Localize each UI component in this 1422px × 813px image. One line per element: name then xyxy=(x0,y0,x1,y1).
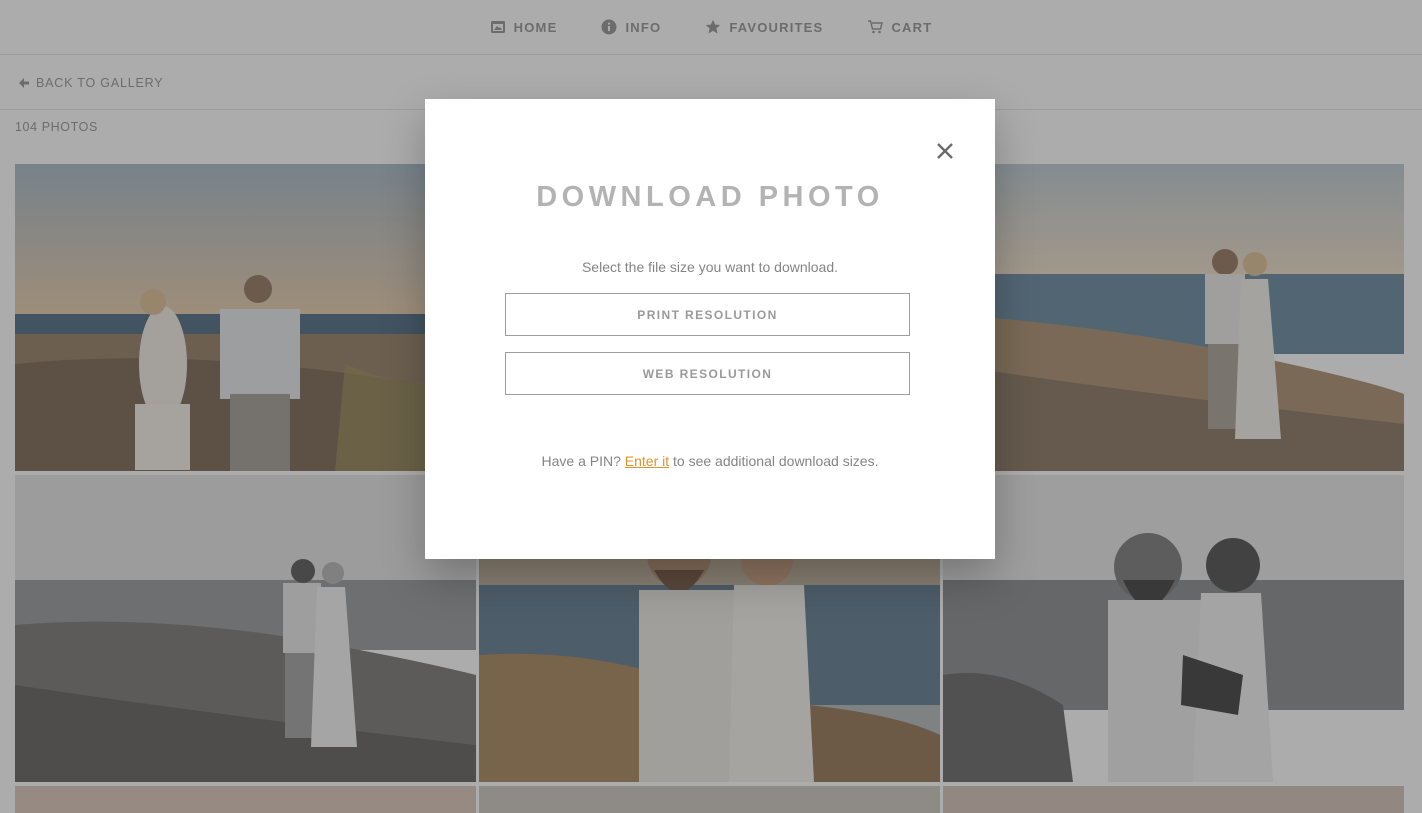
close-icon xyxy=(937,143,953,159)
pin-prompt: Have a PIN? Enter it to see additional d… xyxy=(425,453,995,469)
pin-suffix: to see additional download sizes. xyxy=(669,453,879,469)
download-photo-modal: DOWNLOAD PHOTO Select the file size you … xyxy=(425,99,995,559)
print-resolution-button[interactable]: PRINT RESOLUTION xyxy=(505,293,910,336)
close-button[interactable] xyxy=(933,139,957,163)
modal-subtitle: Select the file size you want to downloa… xyxy=(581,259,839,275)
modal-title: DOWNLOAD PHOTO xyxy=(536,181,884,213)
web-resolution-button[interactable]: WEB RESOLUTION xyxy=(505,352,910,395)
enter-pin-link[interactable]: Enter it xyxy=(625,453,669,469)
pin-prefix: Have a PIN? xyxy=(541,453,625,469)
